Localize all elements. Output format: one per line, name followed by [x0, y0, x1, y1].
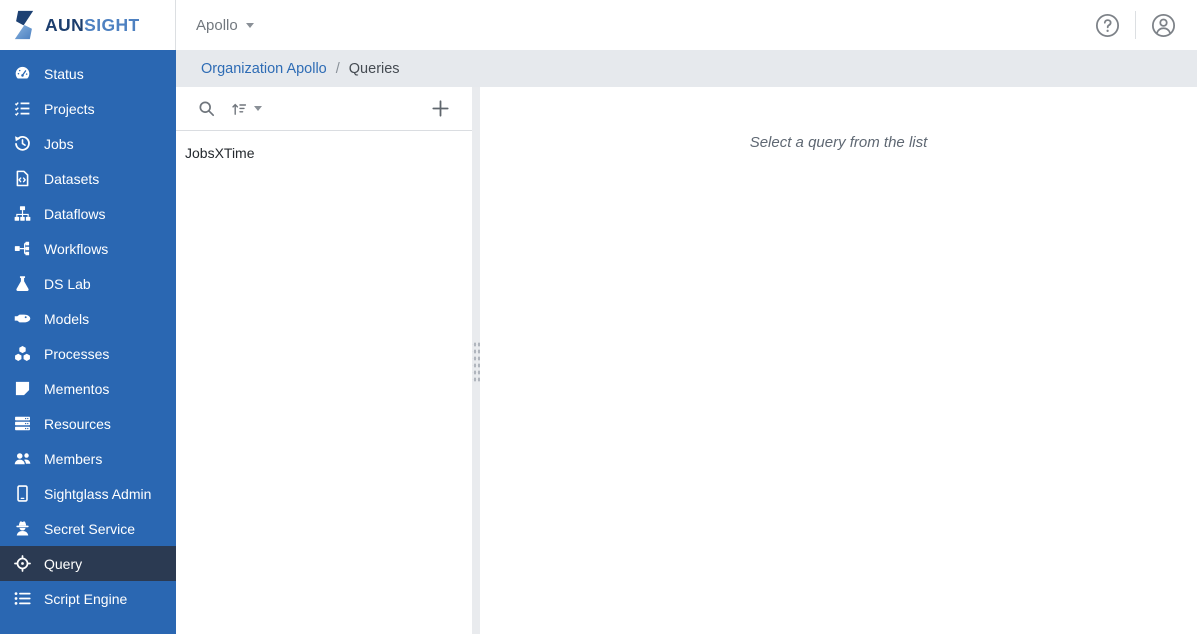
wordmark-primary: AUN — [45, 14, 85, 35]
history-icon — [13, 135, 31, 152]
workflow-nodes-icon — [13, 240, 31, 257]
plus-icon — [431, 99, 450, 118]
topbar: AUNSIGHT Apollo — [0, 0, 1197, 50]
org-selector-label: Apollo — [196, 16, 238, 34]
gauge-icon — [13, 65, 31, 82]
caret-down-icon — [245, 22, 254, 28]
sort-icon — [231, 101, 247, 117]
sidebar-item-workflows[interactable]: Workflows — [0, 231, 176, 266]
sort-dropdown-button[interactable] — [231, 101, 262, 117]
sidebar-item-ds-lab[interactable]: DS Lab — [0, 266, 176, 301]
sidebar-item-status[interactable]: Status — [0, 56, 176, 91]
sidebar-item-resources[interactable]: Resources — [0, 406, 176, 441]
content-column: Organization Apollo / Queries JobsXTime … — [176, 50, 1197, 634]
topbar-actions — [1095, 0, 1197, 50]
sidebar-item-label: Members — [44, 450, 103, 467]
sidebar-nav: Status Projects Jobs Datasets Dataflows … — [0, 50, 176, 634]
drag-grip-icon — [472, 339, 480, 382]
sticky-note-icon — [13, 380, 31, 397]
breadcrumb-separator: / — [335, 60, 340, 77]
caret-down-icon — [254, 106, 262, 111]
file-code-icon — [13, 170, 31, 187]
sidebar-item-members[interactable]: Members — [0, 441, 176, 476]
sidebar-item-models[interactable]: Models — [0, 301, 176, 336]
wordmark-secondary: SIGHT — [84, 14, 140, 35]
sidebar-item-datasets[interactable]: Datasets — [0, 161, 176, 196]
sitemap-icon — [13, 205, 31, 222]
cubes-icon — [13, 345, 31, 362]
sidebar-item-label: Processes — [44, 345, 110, 362]
panels-row: JobsXTime Select a query from the list — [176, 87, 1197, 634]
sidebar-item-secret-service[interactable]: Secret Service — [0, 511, 176, 546]
sidebar-item-query[interactable]: Query — [0, 546, 176, 581]
sidebar-item-label: DS Lab — [44, 275, 91, 292]
sidebar-item-label: Query — [44, 555, 83, 572]
org-selector-dropdown[interactable]: Apollo — [176, 0, 274, 50]
spy-icon — [13, 520, 31, 537]
sidebar-item-projects[interactable]: Projects — [0, 91, 176, 126]
sidebar-item-label: Secret Service — [44, 520, 136, 537]
sidebar-item-script-engine[interactable]: Script Engine — [0, 581, 176, 616]
brand-logo[interactable]: AUNSIGHT — [0, 0, 176, 50]
shuttle-icon — [13, 310, 31, 327]
sidebar-item-label: Script Engine — [44, 590, 128, 607]
topbar-divider — [1135, 11, 1136, 39]
server-icon — [13, 415, 31, 432]
query-list: JobsXTime — [176, 131, 472, 168]
query-list-panel: JobsXTime — [176, 87, 472, 634]
flask-icon — [13, 275, 31, 292]
sidebar-item-dataflows[interactable]: Dataflows — [0, 196, 176, 231]
users-icon — [13, 450, 31, 467]
query-detail-panel: Select a query from the list — [480, 87, 1197, 634]
sidebar-item-label: Projects — [44, 100, 95, 117]
tasks-icon — [13, 100, 31, 117]
breadcrumb-current: Queries — [348, 60, 400, 77]
sidebar-item-label: Workflows — [44, 240, 109, 257]
crosshair-icon — [13, 555, 31, 572]
add-query-button[interactable] — [431, 99, 450, 118]
help-button[interactable] — [1095, 13, 1120, 38]
bullet-list-icon — [13, 590, 31, 607]
sidebar-item-jobs[interactable]: Jobs — [0, 126, 176, 161]
breadcrumb: Organization Apollo / Queries — [176, 50, 1197, 87]
help-icon — [1095, 13, 1120, 38]
sidebar-item-label: Jobs — [44, 135, 74, 152]
sidebar-item-mementos[interactable]: Mementos — [0, 371, 176, 406]
sidebar-item-label: Datasets — [44, 170, 100, 187]
aunsight-logo-icon — [9, 9, 39, 41]
query-list-item[interactable]: JobsXTime — [176, 138, 472, 168]
sidebar-item-label: Mementos — [44, 380, 110, 397]
user-icon — [1151, 13, 1176, 38]
user-menu-button[interactable] — [1151, 13, 1176, 38]
sidebar-item-label: Status — [44, 65, 84, 82]
breadcrumb-parent-link[interactable]: Organization Apollo — [201, 61, 327, 77]
search-icon — [198, 100, 215, 117]
sidebar-item-sightglass-admin[interactable]: Sightglass Admin — [0, 476, 176, 511]
sidebar-item-label: Sightglass Admin — [44, 485, 152, 502]
sidebar-item-processes[interactable]: Processes — [0, 336, 176, 371]
tablet-icon — [13, 485, 31, 502]
query-list-toolbar — [176, 87, 472, 131]
empty-state-message: Select a query from the list — [749, 134, 928, 151]
sidebar-item-label: Models — [44, 310, 90, 327]
search-button[interactable] — [198, 100, 215, 117]
sidebar-item-label: Dataflows — [44, 205, 106, 222]
brand-wordmark: AUNSIGHT — [45, 15, 140, 36]
body-row: Status Projects Jobs Datasets Dataflows … — [0, 50, 1197, 634]
panel-resize-splitter[interactable] — [472, 87, 480, 634]
sidebar-item-label: Resources — [44, 415, 111, 432]
app-window: AUNSIGHT Apollo Status Projects Jobs Dat… — [0, 0, 1197, 634]
